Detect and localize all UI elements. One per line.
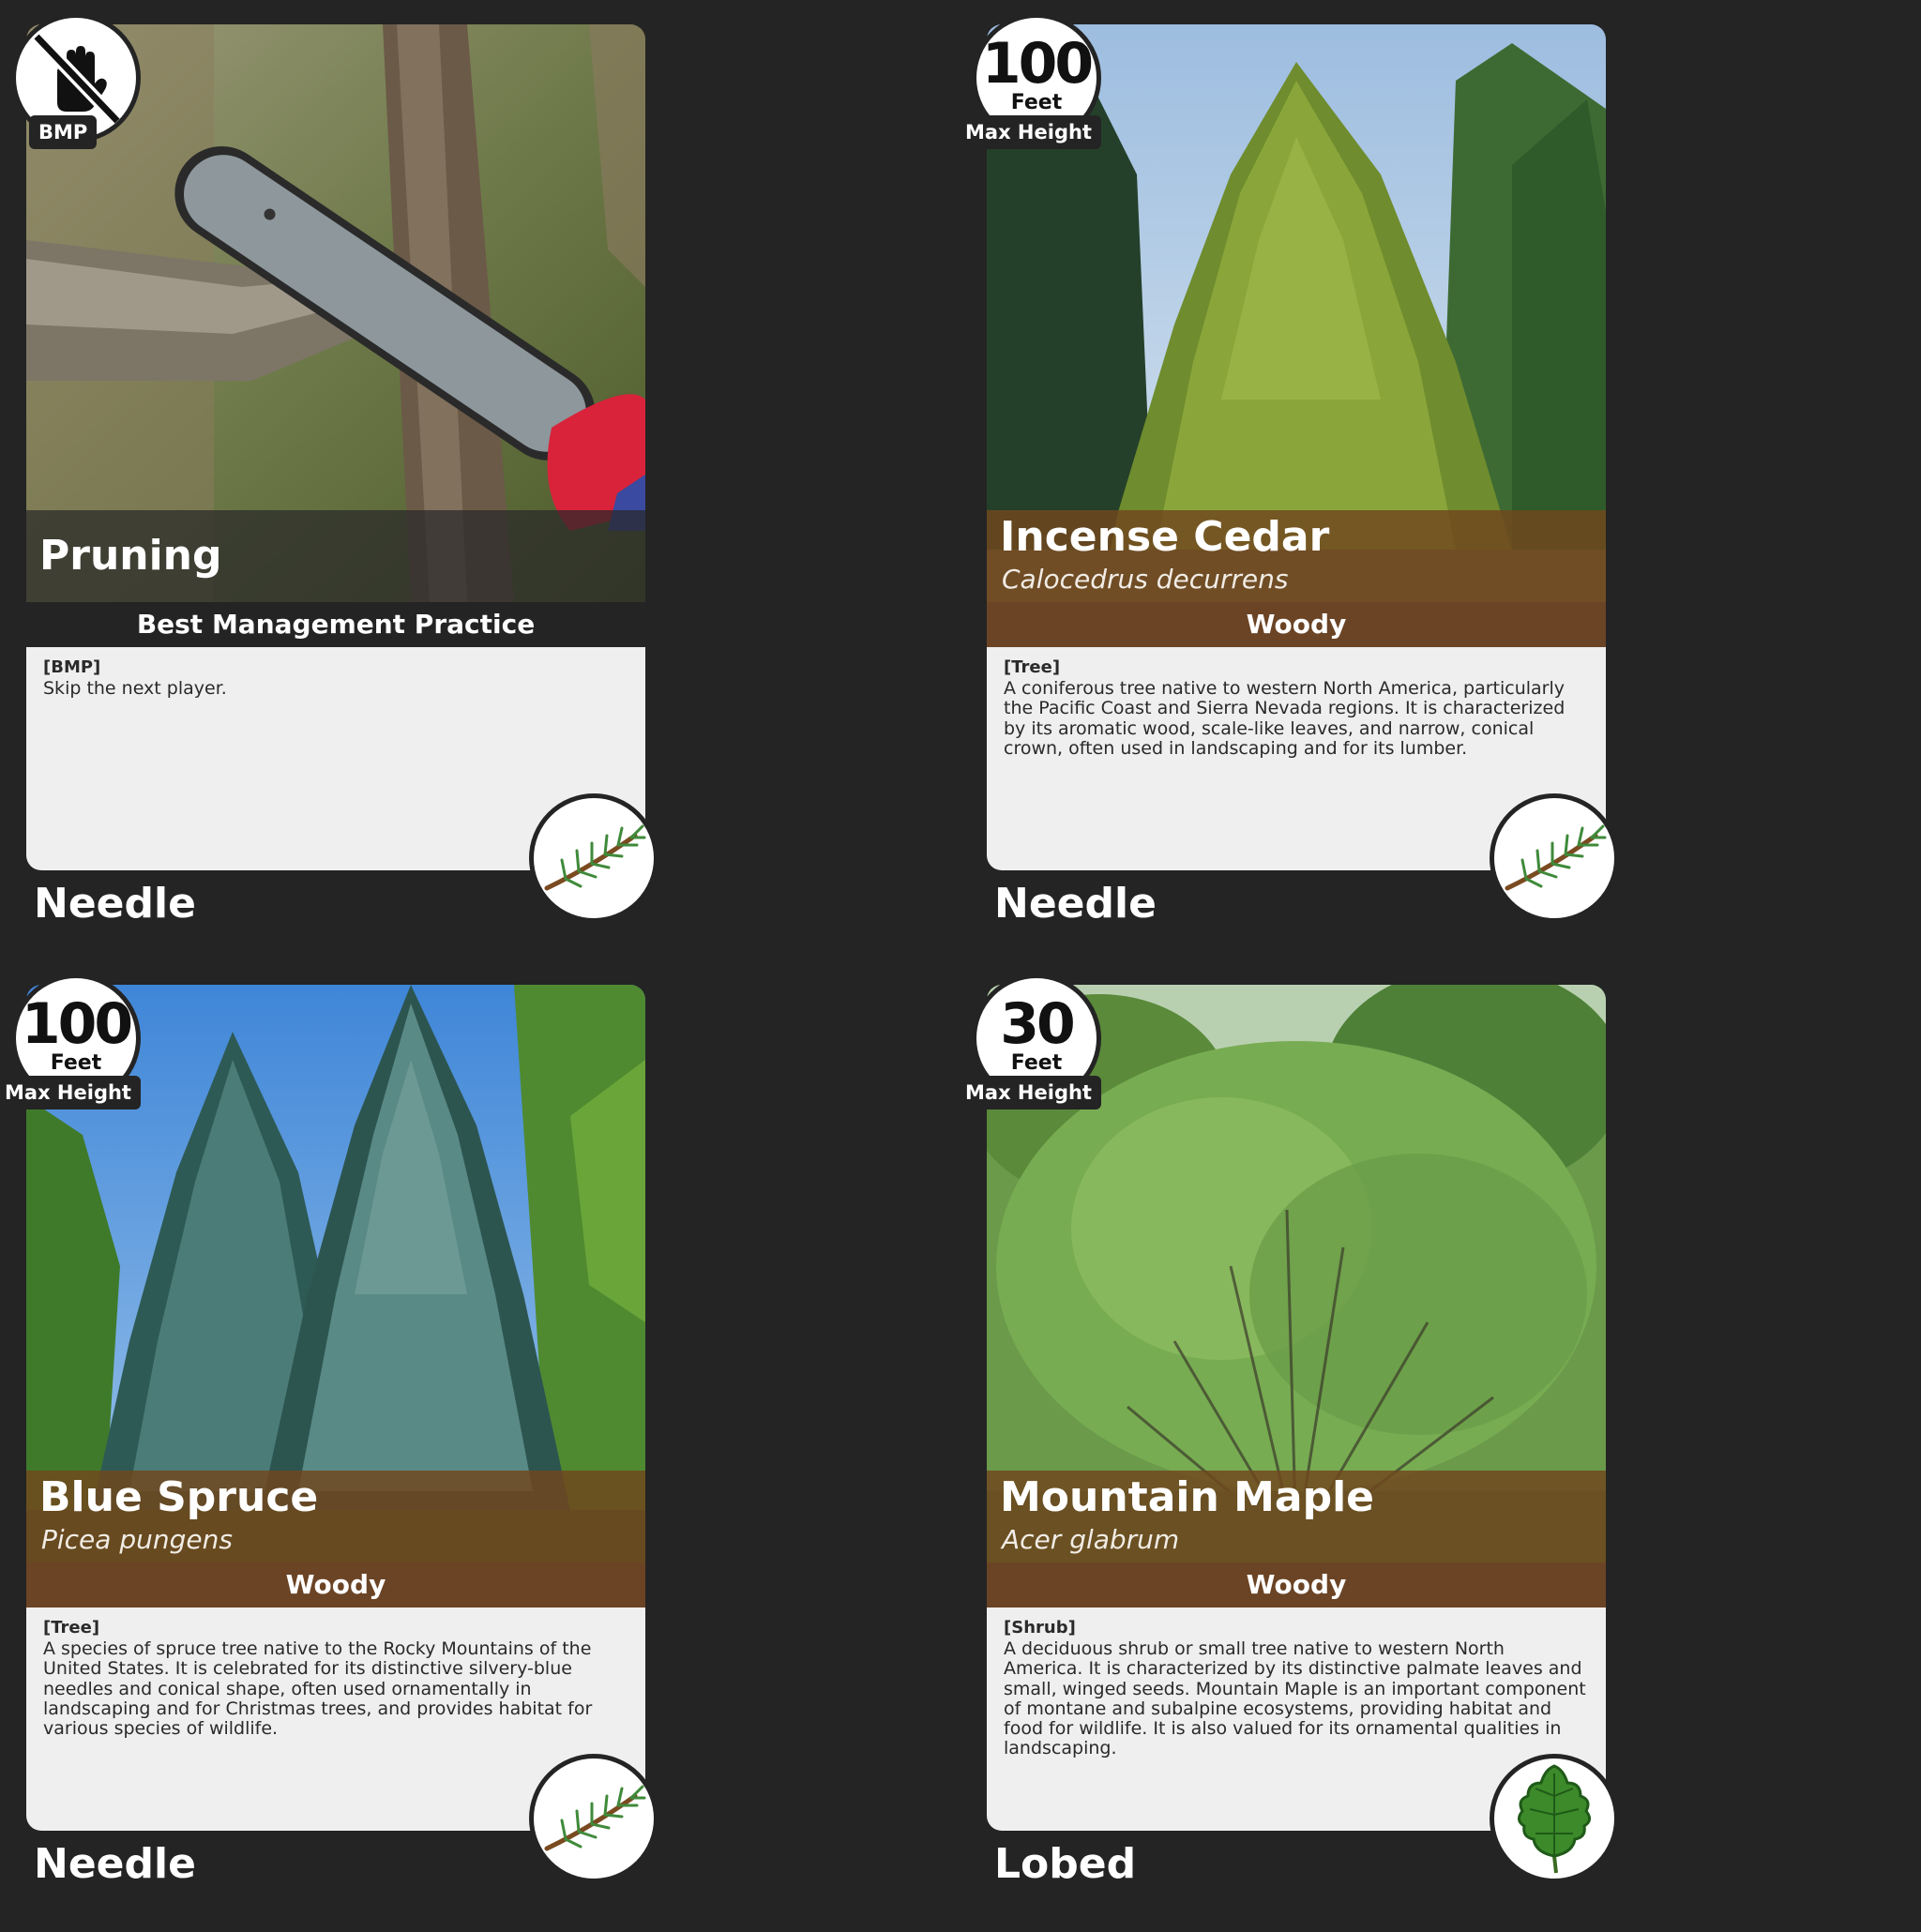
height-value: 100 [981, 31, 1094, 97]
scientific-name: Calocedrus decurrens [1002, 564, 1289, 595]
card-incense-cedar[interactable]: Incense Cedar Calocedrus decurrens Woody… [956, 13, 1619, 972]
card-mountain-maple[interactable]: Mountain Maple Acer glabrum Woody [Shrub… [956, 974, 1619, 1932]
plant-name: Mountain Maple [1000, 1473, 1375, 1521]
type-label: Woody [26, 1562, 645, 1607]
type-label: Woody [987, 602, 1606, 647]
description-tag: [Tree] [1004, 657, 1061, 677]
needle-icon [529, 1754, 658, 1883]
needle-icon [1490, 793, 1619, 923]
scientific-name: Picea pungens [41, 1524, 233, 1555]
name-bar: Pruning [26, 510, 645, 602]
leaf-type-label: Needle [34, 1840, 196, 1888]
lobed-leaf-icon [1490, 1754, 1619, 1883]
description-text: A species of spruce tree native to the R… [43, 1638, 593, 1740]
type-label: Woody [987, 1562, 1606, 1607]
name-bar: Mountain Maple Acer glabrum [987, 1471, 1606, 1562]
leaf-type-label: Lobed [994, 1840, 1137, 1888]
plant-name: Incense Cedar [1000, 513, 1330, 561]
max-height-badge: 100 Feet Max Height [956, 13, 1101, 149]
max-height-badge: 30 Feet Max Height [956, 974, 1101, 1109]
max-height-badge: 100 Feet Max Height [0, 974, 141, 1109]
needle-icon [529, 793, 658, 923]
height-label: Max Height [956, 1076, 1101, 1109]
height-value: 30 [1000, 991, 1076, 1057]
scientific-name: Acer glabrum [1002, 1524, 1180, 1555]
bmp-label: BMP [29, 115, 98, 149]
card-blue-spruce[interactable]: Blue Spruce Picea pungens Woody [Tree] A… [0, 974, 658, 1932]
description-tag: [Shrub] [1004, 1618, 1076, 1638]
card-pruning[interactable]: Pruning Best Management Practice [BMP] S… [11, 13, 658, 972]
plant-name: Blue Spruce [39, 1473, 319, 1521]
bmp-badge: BMP [11, 13, 141, 149]
description-text: A coniferous tree native to western Nort… [1004, 678, 1566, 759]
height-label: Max Height [0, 1076, 141, 1109]
height-unit: Feet [1010, 1051, 1063, 1075]
description-text: A deciduous shrub or small tree native t… [1004, 1638, 1586, 1759]
leaf-type-label: Needle [994, 880, 1157, 928]
height-label: Max Height [956, 115, 1101, 149]
card-title: Pruning [39, 532, 222, 580]
description-tag: [BMP] [43, 657, 101, 677]
description-text: Skip the next player. [43, 678, 227, 700]
description-tag: [Tree] [43, 1618, 100, 1638]
height-value: 100 [21, 991, 133, 1057]
leaf-type-label: Needle [34, 880, 196, 928]
name-bar: Incense Cedar Calocedrus decurrens [987, 510, 1606, 602]
type-label: Best Management Practice [26, 602, 645, 647]
name-bar: Blue Spruce Picea pungens [26, 1471, 645, 1562]
